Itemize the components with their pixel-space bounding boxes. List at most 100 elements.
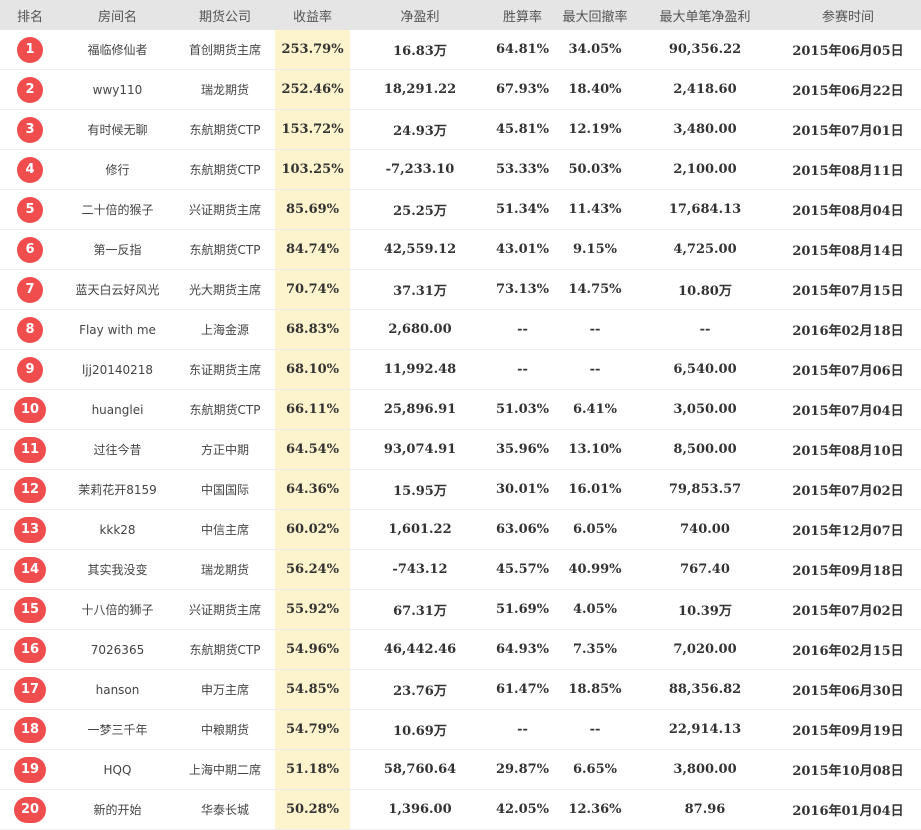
net-profit-value: 15.95万 bbox=[350, 469, 490, 510]
room-name[interactable]: 二十倍的猴子 bbox=[60, 189, 175, 230]
table-row[interactable]: 12 茉莉花开8159 中国国际 64.36% 15.95万 30.01% 16… bbox=[0, 469, 921, 510]
header-max-single-profit[interactable]: 最大单笔净盈利 bbox=[635, 0, 775, 30]
room-name[interactable]: 茉莉花开8159 bbox=[60, 469, 175, 510]
rank-badge: 18 bbox=[14, 716, 46, 743]
header-net-profit[interactable]: 净盈利 bbox=[350, 0, 490, 30]
table-row[interactable]: 13 kkk28 中信主席 60.02% 1,601.22 63.06% 6.0… bbox=[0, 509, 921, 550]
join-date-value: 2016年02月18日 bbox=[775, 309, 921, 350]
join-date-value: 2015年06月05日 bbox=[775, 30, 921, 70]
max-single-profit-value: 3,050.00 bbox=[635, 389, 775, 430]
net-profit-value: 37.31万 bbox=[350, 269, 490, 310]
join-date-value: 2016年02月15日 bbox=[775, 629, 921, 670]
rank-badge: 1 bbox=[17, 36, 43, 63]
room-name[interactable]: 蓝天白云好风光 bbox=[60, 269, 175, 310]
company-name: 兴证期货主席 bbox=[175, 589, 275, 630]
room-name[interactable]: 7026365 bbox=[60, 629, 175, 670]
max-drawdown-value: 7.35% bbox=[555, 629, 635, 670]
yield-value: 54.85% bbox=[275, 669, 350, 710]
join-date-value: 2015年08月10日 bbox=[775, 429, 921, 470]
table-row[interactable]: 6 第一反指 东航期货CTP 84.74% 42,559.12 43.01% 9… bbox=[0, 229, 921, 270]
join-date-value: 2015年06月22日 bbox=[775, 69, 921, 110]
room-name[interactable]: 修行 bbox=[60, 149, 175, 190]
company-name: 东航期货CTP bbox=[175, 229, 275, 270]
room-name[interactable]: 过往今昔 bbox=[60, 429, 175, 470]
header-max-drawdown[interactable]: 最大回撤率 bbox=[555, 0, 635, 30]
win-rate-value: 63.06% bbox=[490, 509, 555, 550]
company-name: 兴证期货主席 bbox=[175, 189, 275, 230]
room-name[interactable]: wwy110 bbox=[60, 69, 175, 110]
max-drawdown-value: 18.85% bbox=[555, 669, 635, 710]
table-row[interactable]: 7 蓝天白云好风光 光大期货主席 70.74% 37.31万 73.13% 14… bbox=[0, 269, 921, 310]
join-date-value: 2015年08月11日 bbox=[775, 149, 921, 190]
table-row[interactable]: 10 huanglei 东航期货CTP 66.11% 25,896.91 51.… bbox=[0, 389, 921, 430]
room-name[interactable]: 一梦三千年 bbox=[60, 709, 175, 750]
header-rank[interactable]: 排名 bbox=[0, 0, 60, 30]
table-row[interactable]: 18 一梦三千年 中粮期货 54.79% 10.69万 -- -- 22,914… bbox=[0, 709, 921, 750]
room-name[interactable]: 有时候无聊 bbox=[60, 109, 175, 150]
win-rate-value: 64.81% bbox=[490, 30, 555, 70]
win-rate-value: -- bbox=[490, 309, 555, 350]
rank-badge: 5 bbox=[17, 196, 43, 223]
company-name: 瑞龙期货 bbox=[175, 549, 275, 590]
table-row[interactable]: 16 7026365 东航期货CTP 54.96% 46,442.46 64.9… bbox=[0, 629, 921, 670]
table-row[interactable]: 17 hanson 申万主席 54.85% 23.76万 61.47% 18.8… bbox=[0, 669, 921, 710]
room-name[interactable]: HQQ bbox=[60, 749, 175, 790]
table-row[interactable]: 20 新的开始 华泰长城 50.28% 1,396.00 42.05% 12.3… bbox=[0, 789, 921, 830]
header-room[interactable]: 房间名 bbox=[60, 0, 175, 30]
table-row[interactable]: 2 wwy110 瑞龙期货 252.46% 18,291.22 67.93% 1… bbox=[0, 69, 921, 110]
join-date-value: 2015年07月04日 bbox=[775, 389, 921, 430]
rank-badge: 2 bbox=[17, 76, 43, 103]
room-name[interactable]: 十八倍的狮子 bbox=[60, 589, 175, 630]
table-row[interactable]: 1 福临修仙者 首创期货主席 253.79% 16.83万 64.81% 34.… bbox=[0, 30, 921, 70]
max-drawdown-value: 34.05% bbox=[555, 30, 635, 70]
table-row[interactable]: 4 修行 东航期货CTP 103.25% -7,233.10 53.33% 50… bbox=[0, 149, 921, 190]
table-row[interactable]: 11 过往今昔 方正中期 64.54% 93,074.91 35.96% 13.… bbox=[0, 429, 921, 470]
table-row[interactable]: 19 HQQ 上海中期二席 51.18% 58,760.64 29.87% 6.… bbox=[0, 749, 921, 790]
max-drawdown-value: 18.40% bbox=[555, 69, 635, 110]
company-name: 华泰长城 bbox=[175, 789, 275, 830]
company-name: 东证期货主席 bbox=[175, 349, 275, 390]
max-drawdown-value: 13.10% bbox=[555, 429, 635, 470]
win-rate-value: 51.69% bbox=[490, 589, 555, 630]
room-name[interactable]: 新的开始 bbox=[60, 789, 175, 830]
max-single-profit-value: 767.40 bbox=[635, 549, 775, 590]
room-name[interactable]: 第一反指 bbox=[60, 229, 175, 270]
header-yield[interactable]: 收益率 bbox=[275, 0, 350, 30]
room-name[interactable]: hanson bbox=[60, 669, 175, 710]
table-row[interactable]: 8 Flay with me 上海金源 68.83% 2,680.00 -- -… bbox=[0, 309, 921, 350]
company-name: 东航期货CTP bbox=[175, 629, 275, 670]
table-row[interactable]: 9 ljj20140218 东证期货主席 68.10% 11,992.48 --… bbox=[0, 349, 921, 390]
max-single-profit-value: 8,500.00 bbox=[635, 429, 775, 470]
win-rate-value: 29.87% bbox=[490, 749, 555, 790]
room-name[interactable]: ljj20140218 bbox=[60, 349, 175, 390]
max-drawdown-value: 40.99% bbox=[555, 549, 635, 590]
company-name: 中国国际 bbox=[175, 469, 275, 510]
room-name[interactable]: huanglei bbox=[60, 389, 175, 430]
table-row[interactable]: 14 其实我没变 瑞龙期货 56.24% -743.12 45.57% 40.9… bbox=[0, 549, 921, 590]
join-date-value: 2015年07月01日 bbox=[775, 109, 921, 150]
room-name[interactable]: kkk28 bbox=[60, 509, 175, 550]
max-drawdown-value: 6.65% bbox=[555, 749, 635, 790]
net-profit-value: 24.93万 bbox=[350, 109, 490, 150]
win-rate-value: 42.05% bbox=[490, 789, 555, 830]
table-header-row: 排名 房间名 期货公司 收益率 净盈利 胜算率 最大回撤率 最大单笔净盈利 参赛… bbox=[0, 0, 921, 30]
header-company[interactable]: 期货公司 bbox=[175, 0, 275, 30]
room-name[interactable]: 其实我没变 bbox=[60, 549, 175, 590]
company-name: 光大期货主席 bbox=[175, 269, 275, 310]
table-row[interactable]: 5 二十倍的猴子 兴证期货主席 85.69% 25.25万 51.34% 11.… bbox=[0, 189, 921, 230]
net-profit-value: 1,601.22 bbox=[350, 509, 490, 550]
yield-value: 50.28% bbox=[275, 789, 350, 830]
company-name: 上海金源 bbox=[175, 309, 275, 350]
rank-badge: 20 bbox=[14, 796, 46, 823]
table-row[interactable]: 15 十八倍的狮子 兴证期货主席 55.92% 67.31万 51.69% 4.… bbox=[0, 589, 921, 630]
header-win-rate[interactable]: 胜算率 bbox=[490, 0, 555, 30]
table-row[interactable]: 3 有时候无聊 东航期货CTP 153.72% 24.93万 45.81% 12… bbox=[0, 109, 921, 150]
room-name[interactable]: Flay with me bbox=[60, 309, 175, 350]
net-profit-value: 23.76万 bbox=[350, 669, 490, 710]
company-name: 东航期货CTP bbox=[175, 389, 275, 430]
room-name[interactable]: 福临修仙者 bbox=[60, 30, 175, 70]
net-profit-value: 2,680.00 bbox=[350, 309, 490, 350]
yield-value: 153.72% bbox=[275, 109, 350, 150]
header-join-date[interactable]: 参赛时间 bbox=[775, 0, 921, 30]
yield-value: 54.96% bbox=[275, 629, 350, 670]
